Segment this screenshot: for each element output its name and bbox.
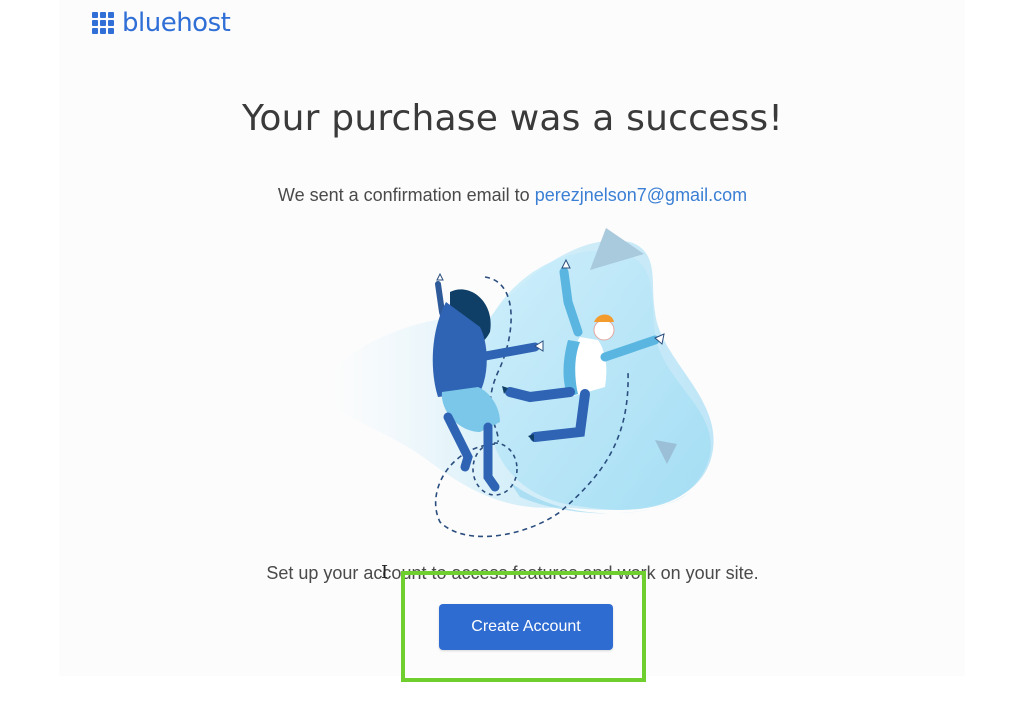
page: bluehost Your purchase was a success! We… [0,0,1025,704]
celebration-illustration [330,228,714,538]
email-link[interactable]: perezjnelson7@gmail.com [535,185,747,205]
create-account-button[interactable]: Create Account [439,604,613,650]
logo-text: bluehost [122,8,231,38]
text-cursor-icon: I [381,562,389,583]
confirmation-message: We sent a confirmation email to perezjne… [0,185,1025,206]
bluehost-logo[interactable]: bluehost [92,8,231,38]
page-title: Your purchase was a success! [241,98,784,139]
confirmation-text: We sent a confirmation email to [277,185,530,205]
grid-icon [92,12,114,34]
